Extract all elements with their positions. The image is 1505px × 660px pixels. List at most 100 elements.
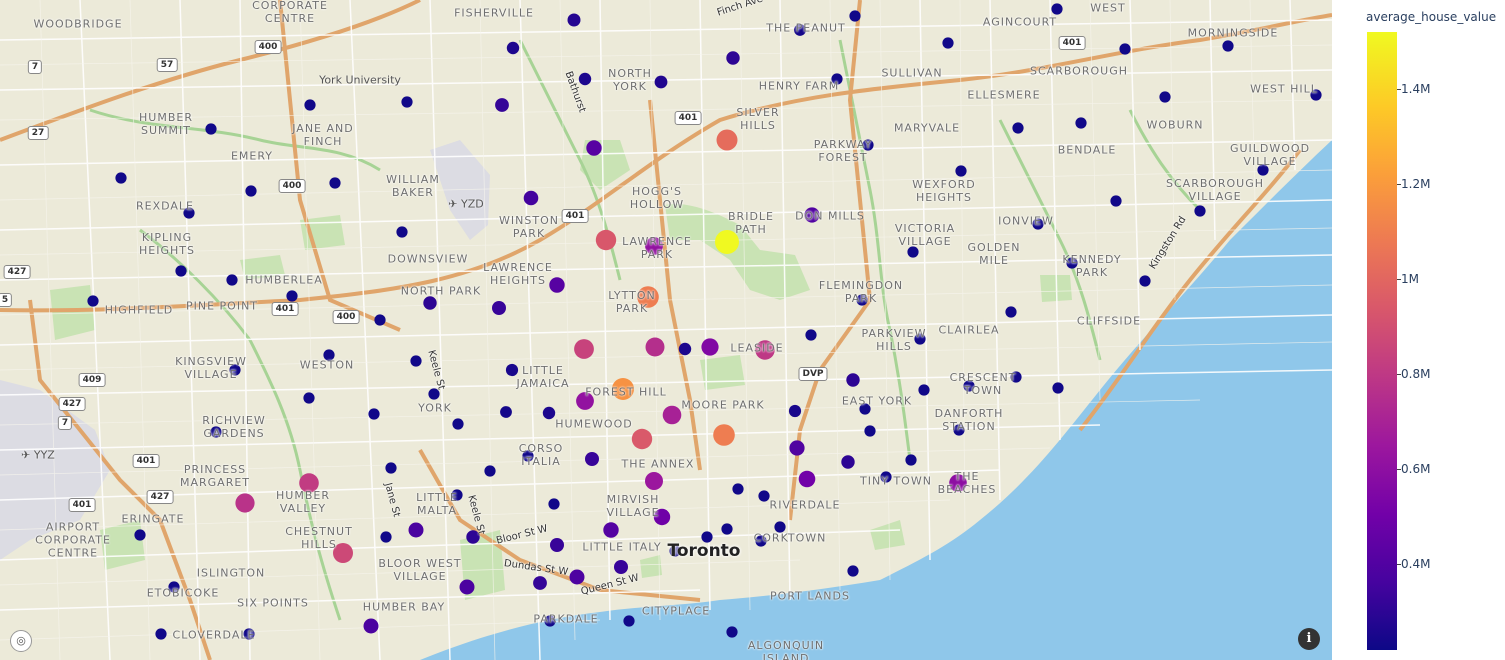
- map-point[interactable]: [905, 454, 917, 466]
- map-point[interactable]: [175, 265, 187, 277]
- map-point[interactable]: [396, 226, 408, 238]
- map-point[interactable]: [286, 290, 298, 302]
- map-point[interactable]: [1075, 117, 1087, 129]
- map-point[interactable]: [841, 455, 855, 469]
- highway-shield: DVP: [798, 367, 828, 381]
- map-point[interactable]: [368, 408, 380, 420]
- map-point[interactable]: [548, 498, 560, 510]
- map-point[interactable]: [586, 140, 602, 156]
- neighbourhood-label: Scarborough Village: [1166, 177, 1264, 203]
- map-point[interactable]: [585, 452, 599, 466]
- map-point[interactable]: [805, 329, 817, 341]
- map-point[interactable]: [245, 185, 257, 197]
- map-point[interactable]: [423, 296, 437, 310]
- map-point[interactable]: [955, 165, 967, 177]
- map-point[interactable]: [788, 404, 802, 418]
- map-point[interactable]: [1110, 195, 1122, 207]
- map-point[interactable]: [303, 392, 315, 404]
- map-point[interactable]: [1159, 91, 1171, 103]
- map-point[interactable]: [569, 569, 585, 585]
- map-point[interactable]: [87, 295, 99, 307]
- map-point[interactable]: [574, 339, 594, 359]
- map-point[interactable]: [726, 51, 740, 65]
- map-point[interactable]: [374, 314, 386, 326]
- map-point[interactable]: [1194, 205, 1206, 217]
- map-point[interactable]: [726, 626, 738, 638]
- info-icon[interactable]: i: [1298, 628, 1320, 650]
- map-point[interactable]: [401, 96, 413, 108]
- map-point[interactable]: [484, 465, 496, 477]
- map-point[interactable]: [459, 579, 475, 595]
- neighbourhood-label: Little Italy: [582, 540, 662, 554]
- map-point[interactable]: [578, 72, 592, 86]
- map-point[interactable]: [654, 75, 668, 89]
- map-point[interactable]: [942, 37, 954, 49]
- neighbourhood-label: Golden Mile: [967, 241, 1021, 267]
- map-point[interactable]: [134, 529, 146, 541]
- mapbox-logo-icon[interactable]: ◎: [10, 630, 32, 652]
- map-point[interactable]: [918, 384, 930, 396]
- map-point[interactable]: [1119, 43, 1131, 55]
- map-point[interactable]: [758, 490, 770, 502]
- map-point[interactable]: [849, 10, 861, 22]
- map-point[interactable]: [623, 615, 635, 627]
- map-point[interactable]: [662, 405, 682, 425]
- map-point[interactable]: [452, 418, 464, 430]
- map-point[interactable]: [701, 338, 719, 356]
- map-canvas[interactable]: Woodbridge Corporate Centre Fisherville The …: [0, 0, 1332, 660]
- map-point[interactable]: [645, 337, 665, 357]
- map-point[interactable]: [595, 229, 617, 251]
- map-point[interactable]: [115, 172, 127, 184]
- colorbar-tick-label: 1.4M: [1401, 82, 1431, 97]
- map-point[interactable]: [492, 301, 506, 315]
- map-point[interactable]: [713, 424, 735, 446]
- map-point[interactable]: [235, 493, 255, 513]
- map-point[interactable]: [1222, 40, 1234, 52]
- map-point[interactable]: [226, 274, 238, 286]
- map-point[interactable]: [847, 565, 859, 577]
- highway-shield: 427: [146, 490, 174, 504]
- map-point[interactable]: [410, 355, 422, 367]
- map-point[interactable]: [1052, 382, 1064, 394]
- map-point[interactable]: [500, 406, 512, 418]
- neighbourhood-label: Little Jamaica: [516, 364, 570, 390]
- map-point[interactable]: [1005, 306, 1017, 318]
- colorbar-tick-label: 1M: [1401, 272, 1419, 287]
- map-point[interactable]: [542, 406, 556, 420]
- map-point[interactable]: [614, 560, 628, 574]
- neighbourhood-label: The Beaches: [937, 470, 997, 496]
- map-point[interactable]: [645, 472, 663, 490]
- map-point[interactable]: [329, 177, 341, 189]
- map-point[interactable]: [631, 428, 653, 450]
- map-point[interactable]: [846, 373, 860, 387]
- neighbourhood-label: Moore Park: [681, 398, 765, 412]
- map-point[interactable]: [408, 522, 424, 538]
- map-point[interactable]: [495, 98, 509, 112]
- neighbourhood-label: West Hill: [1250, 82, 1318, 96]
- map-point[interactable]: [732, 483, 744, 495]
- map-point[interactable]: [550, 538, 564, 552]
- map-point[interactable]: [798, 470, 816, 488]
- neighbourhood-label: Six Points: [237, 596, 309, 610]
- map-point[interactable]: [678, 342, 692, 356]
- map-point[interactable]: [721, 523, 733, 535]
- map-point[interactable]: [716, 129, 738, 151]
- map-point[interactable]: [155, 628, 167, 640]
- map-point[interactable]: [523, 190, 539, 206]
- map-point[interactable]: [380, 531, 392, 543]
- map-point[interactable]: [533, 576, 547, 590]
- map-point[interactable]: [363, 618, 379, 634]
- map-point[interactable]: [304, 99, 316, 111]
- map-point[interactable]: [864, 425, 876, 437]
- neighbourhood-label: Agincourt: [982, 15, 1058, 29]
- map-point[interactable]: [603, 522, 619, 538]
- map-point[interactable]: [385, 462, 397, 474]
- map-point[interactable]: [506, 41, 520, 55]
- map-point[interactable]: [205, 123, 217, 135]
- map-point[interactable]: [907, 246, 919, 258]
- map-point[interactable]: [1051, 3, 1063, 15]
- map-point[interactable]: [567, 13, 581, 27]
- map-point[interactable]: [789, 440, 805, 456]
- map-point[interactable]: [1139, 275, 1151, 287]
- map-point[interactable]: [1012, 122, 1024, 134]
